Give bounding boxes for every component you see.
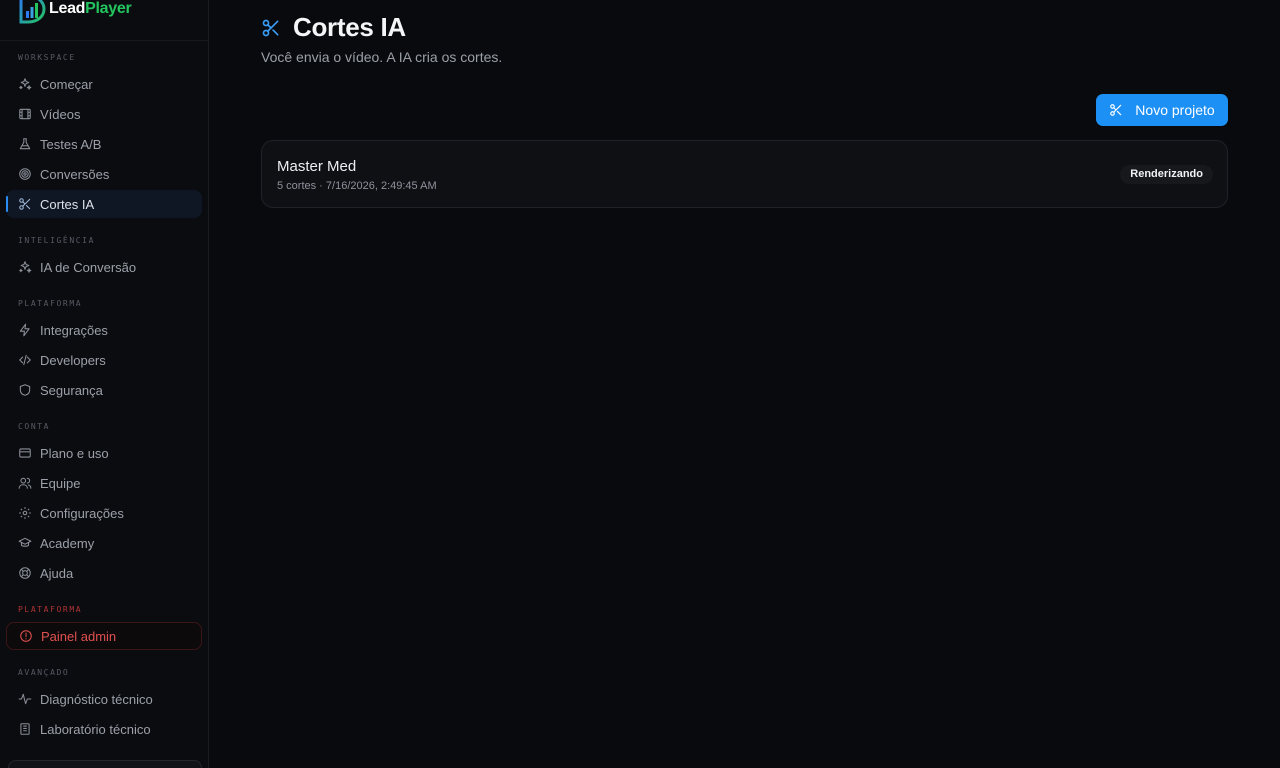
graduation-cap-icon: [18, 536, 32, 550]
project-card[interactable]: Master Med 5 cortes · 7/16/2026, 2:49:45…: [261, 140, 1228, 208]
sidebar-item-label: Vídeos: [40, 106, 81, 122]
target-icon: [18, 167, 32, 181]
sidebar-account-card[interactable]: [8, 760, 202, 768]
page-title: Cortes IA: [293, 12, 406, 42]
sidebar-item-label: Developers: [40, 352, 106, 368]
sidebar-item-label: Painel admin: [41, 628, 117, 644]
gear-icon: [18, 506, 32, 520]
sidebar-item-cortes-ia[interactable]: Cortes IA: [6, 190, 202, 218]
brand-name: LeadPlayer: [49, 0, 132, 18]
section-label-workspace: WORKSPACE: [18, 53, 76, 62]
sidebar-item-label: Academy: [40, 535, 95, 551]
credit-card-icon: [18, 446, 32, 460]
sidebar-item-plano-e-uso[interactable]: Plano e uso: [6, 439, 202, 467]
sidebar-item-developers[interactable]: Developers: [6, 346, 202, 374]
building-icon: [18, 722, 32, 736]
scissors-icon: [261, 18, 281, 38]
section-label-avancado: AVANÇADO: [18, 668, 70, 677]
section-label-plataforma-admin: PLATAFORMA: [18, 605, 83, 614]
brand-lead: Lead: [49, 0, 86, 17]
users-icon: [18, 476, 32, 490]
sidebar-item-label: Testes A/B: [40, 136, 102, 152]
sidebar-item-diagnostico-tecnico[interactable]: Diagnóstico técnico: [6, 685, 202, 713]
sidebar-item-label: Segurança: [40, 382, 103, 398]
shield-alert-icon: [19, 629, 33, 643]
sidebar-item-laboratorio-tecnico[interactable]: Laboratório técnico: [6, 715, 202, 743]
sidebar: LeadPlayer WORKSPACE Começar Vídeos Test…: [0, 0, 209, 768]
sidebar-item-videos[interactable]: Vídeos: [6, 100, 202, 128]
page-header: Cortes IA Você envia o vídeo. A IA cria …: [261, 12, 502, 65]
new-project-label: Novo projeto: [1135, 102, 1215, 118]
shield-icon: [18, 383, 32, 397]
sidebar-item-ia-de-conversao[interactable]: IA de Conversão: [6, 253, 202, 281]
sidebar-item-ajuda[interactable]: Ajuda: [6, 559, 202, 587]
sidebar-item-label: Cortes IA: [40, 196, 95, 212]
sidebar-item-label: Integrações: [40, 322, 108, 338]
status-badge: Renderizando: [1120, 165, 1213, 184]
sidebar-item-equipe[interactable]: Equipe: [6, 469, 202, 497]
sidebar-item-label: Conversões: [40, 166, 110, 182]
section-label-conta: CONTA: [18, 422, 51, 431]
project-name: Master Med: [277, 158, 357, 175]
sidebar-item-label: Configurações: [40, 505, 124, 521]
sidebar-item-label: Plano e uso: [40, 445, 109, 461]
sidebar-item-label: Ajuda: [40, 565, 74, 581]
flask-icon: [18, 137, 32, 151]
sidebar-item-label: Equipe: [40, 475, 81, 491]
section-label-plataforma: PLATAFORMA: [18, 299, 83, 308]
page-subtitle: Você envia o vídeo. A IA cria os cortes.: [261, 49, 503, 65]
section-label-inteligencia: INTELIGÊNCIA: [18, 236, 95, 245]
sidebar-item-label: IA de Conversão: [40, 259, 137, 275]
leadplayer-logo[interactable]: LeadPlayer: [18, 0, 132, 24]
project-meta: 5 cortes · 7/16/2026, 2:49:45 AM: [277, 180, 437, 192]
code-icon: [18, 353, 32, 367]
bolt-icon: [18, 323, 32, 337]
activity-icon: [18, 692, 32, 706]
sidebar-item-conversoes[interactable]: Conversões: [6, 160, 202, 188]
sidebar-item-painel-admin[interactable]: Painel admin: [6, 622, 202, 650]
scissors-icon: [18, 197, 32, 211]
sidebar-item-testes-ab[interactable]: Testes A/B: [6, 130, 202, 158]
film-icon: [18, 107, 32, 121]
main-content: Cortes IA Você envia o vídeo. A IA cria …: [209, 0, 1280, 768]
sidebar-item-label: Começar: [40, 76, 93, 92]
sidebar-item-seguranca[interactable]: Segurança: [6, 376, 202, 404]
scissors-icon: [1109, 103, 1123, 117]
sidebar-item-academy[interactable]: Academy: [6, 529, 202, 557]
sidebar-item-comecar[interactable]: Começar: [6, 70, 202, 98]
brand-player: Player: [85, 0, 132, 17]
title-row: Cortes IA: [261, 12, 502, 43]
sidebar-item-label: Laboratório técnico: [40, 721, 151, 737]
logo-row: LeadPlayer: [0, 0, 208, 41]
leadplayer-logo-icon: [19, 0, 46, 24]
sparkles-icon: [18, 77, 32, 91]
new-project-button[interactable]: Novo projeto: [1096, 94, 1228, 126]
sidebar-item-integracoes[interactable]: Integrações: [6, 316, 202, 344]
sparkles-icon: [18, 260, 32, 274]
life-buoy-icon: [18, 566, 32, 580]
sidebar-item-label: Diagnóstico técnico: [40, 691, 153, 707]
sidebar-item-configuracoes[interactable]: Configurações: [6, 499, 202, 527]
